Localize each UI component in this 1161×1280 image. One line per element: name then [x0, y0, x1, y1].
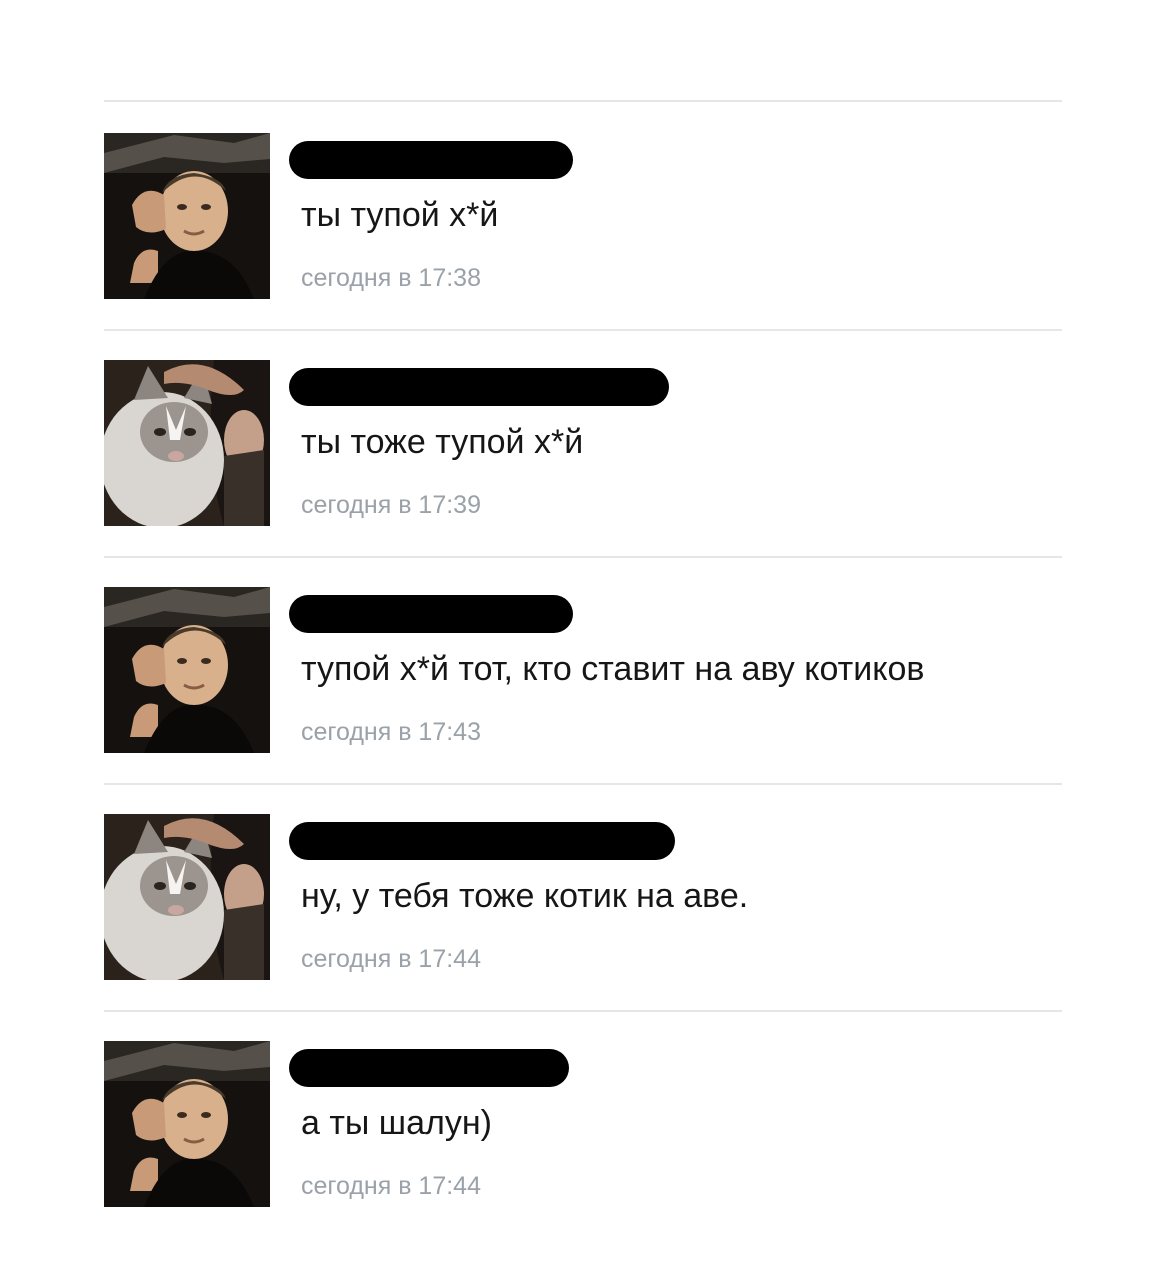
divider — [104, 329, 1062, 331]
redacted-author-name — [289, 141, 573, 179]
divider — [104, 1010, 1062, 1012]
redacted-author-name — [289, 595, 573, 633]
message-timestamp: сегодня в 17:44 — [301, 1172, 481, 1200]
divider — [104, 100, 1062, 102]
message-timestamp: сегодня в 17:39 — [301, 491, 481, 519]
message-timestamp: сегодня в 17:44 — [301, 945, 481, 973]
message-timestamp: сегодня в 17:43 — [301, 718, 481, 746]
redacted-author-name — [289, 368, 669, 406]
man-photo-avatar[interactable] — [104, 133, 270, 299]
message-item: а ты шалун) сегодня в 17:44 — [0, 1041, 1161, 1268]
message-timestamp: сегодня в 17:38 — [301, 264, 481, 292]
divider — [104, 783, 1062, 785]
message-item: ты тупой х*й сегодня в 17:38 — [0, 133, 1161, 360]
message-item: ты тоже тупой х*й сегодня в 17:39 — [0, 360, 1161, 587]
redacted-author-name — [289, 822, 675, 860]
message-text: ну, у тебя тоже котик на аве. — [301, 877, 749, 915]
message-text: тупой х*й тот, кто ставит на аву котиков — [301, 650, 925, 688]
cat-photo-avatar[interactable] — [104, 360, 270, 526]
man-photo-avatar[interactable] — [104, 587, 270, 753]
message-item: тупой х*й тот, кто ставит на аву котиков… — [0, 587, 1161, 814]
message-text: ты тоже тупой х*й — [301, 423, 584, 461]
cat-photo-avatar[interactable] — [104, 814, 270, 980]
man-photo-avatar[interactable] — [104, 1041, 270, 1207]
message-thread: ты тупой х*й сегодня в 17:38 ты тоже туп… — [0, 0, 1161, 1280]
redacted-author-name — [289, 1049, 569, 1087]
message-item: ну, у тебя тоже котик на аве. сегодня в … — [0, 814, 1161, 1041]
divider — [104, 556, 1062, 558]
message-text: ты тупой х*й — [301, 196, 499, 234]
message-text: а ты шалун) — [301, 1104, 492, 1142]
